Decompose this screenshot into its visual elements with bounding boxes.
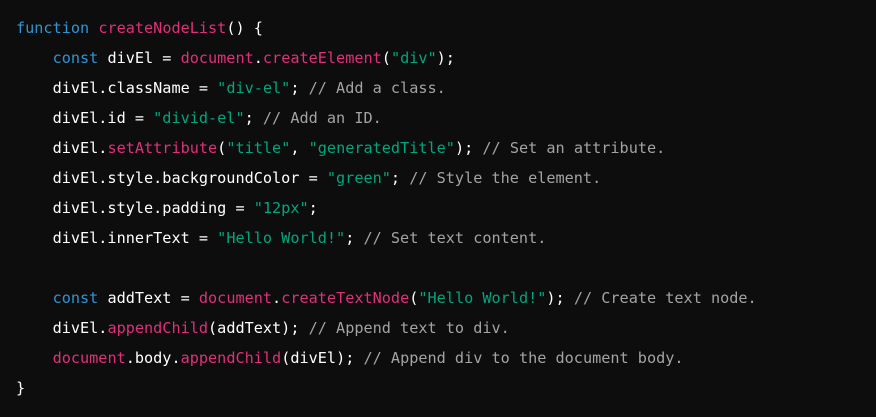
code-token: (addText);	[208, 319, 309, 337]
identifier-token: setAttribute	[107, 139, 218, 157]
code-token: .body.	[125, 349, 181, 367]
keyword-token: const	[52, 289, 99, 307]
code-token: divEl.	[16, 139, 108, 157]
string-token: "div-el"	[217, 79, 291, 97]
identifier-token: appendChild	[180, 349, 282, 367]
code-token: (	[217, 139, 227, 157]
string-token: "div"	[390, 49, 437, 67]
code-token: ;	[345, 229, 364, 247]
code-token: (	[381, 49, 391, 67]
code-line: divEl.className = "div-el"; // Add a cla…	[16, 73, 860, 103]
comment-token: // Style the element.	[409, 169, 602, 187]
code-token: divEl.	[16, 319, 108, 337]
code-token: ;	[390, 169, 410, 187]
string-token: "Hello World!"	[418, 289, 547, 307]
code-token: divEl.style.backgroundColor =	[16, 169, 327, 187]
string-token: "generatedTitle"	[308, 139, 455, 157]
code-token: (divEl);	[281, 349, 364, 367]
code-line: }	[16, 373, 860, 403]
code-line: divEl.setAttribute("title", "generatedTi…	[16, 133, 860, 163]
identifier-token: document	[52, 349, 126, 367]
code-block: function createNodeList() { const divEl …	[0, 0, 876, 417]
code-token: divEl.id =	[16, 109, 154, 127]
code-token: ,	[290, 139, 309, 157]
code-token: (	[409, 289, 419, 307]
string-token: "green"	[326, 169, 391, 187]
code-token: addText =	[98, 289, 199, 307]
code-line: divEl.innerText = "Hello World!"; // Set…	[16, 223, 860, 253]
code-line: divEl.style.padding = "12px";	[16, 193, 860, 223]
identifier-token: document	[198, 289, 273, 307]
comment-token: // Append text to div.	[308, 319, 510, 337]
code-token: divEl.className =	[16, 79, 218, 97]
comment-token: // Create text node.	[573, 289, 757, 307]
code-line: divEl.appendChild(addText); // Append te…	[16, 313, 860, 343]
comment-token: // Append div to the document body.	[363, 349, 684, 367]
code-line: const addText = document.createTextNode(…	[16, 283, 860, 313]
string-token: "12px"	[253, 199, 309, 217]
code-token: );	[436, 49, 455, 67]
code-token: () {	[226, 19, 263, 37]
code-token: .	[272, 289, 282, 307]
code-token: ;	[308, 199, 318, 217]
code-line: const divEl = document.createElement("di…	[16, 43, 860, 73]
comment-token: // Add a class.	[308, 79, 446, 97]
identifier-token: document	[180, 49, 254, 67]
identifier-token: createElement	[262, 49, 382, 67]
keyword-token: function	[16, 19, 90, 37]
keyword-token: const	[52, 49, 99, 67]
code-token: ;	[290, 79, 309, 97]
identifier-token: appendChild	[107, 319, 209, 337]
code-token: divEl.innerText =	[16, 229, 218, 247]
code-token: }	[16, 379, 26, 397]
identifier-token: createNodeList	[98, 19, 227, 37]
code-line: document.body.appendChild(divEl); // App…	[16, 343, 860, 373]
code-token: );	[454, 139, 483, 157]
code-token: divEl =	[98, 49, 181, 67]
code-token: divEl.style.padding =	[16, 199, 254, 217]
code-token: ;	[244, 109, 263, 127]
code-token: );	[546, 289, 574, 307]
string-token: "divid-el"	[153, 109, 245, 127]
string-token: "Hello World!"	[217, 229, 346, 247]
identifier-token: createTextNode	[281, 289, 410, 307]
code-token: .	[253, 49, 263, 67]
string-token: "title"	[226, 139, 291, 157]
comment-token: // Add an ID.	[262, 109, 382, 127]
comment-token: // Set text content.	[363, 229, 547, 247]
comment-token: // Set an attribute.	[482, 139, 666, 157]
code-line: divEl.style.backgroundColor = "green"; /…	[16, 163, 860, 193]
code-line: function createNodeList() {	[16, 13, 860, 43]
code-line: divEl.id = "divid-el"; // Add an ID.	[16, 103, 860, 133]
